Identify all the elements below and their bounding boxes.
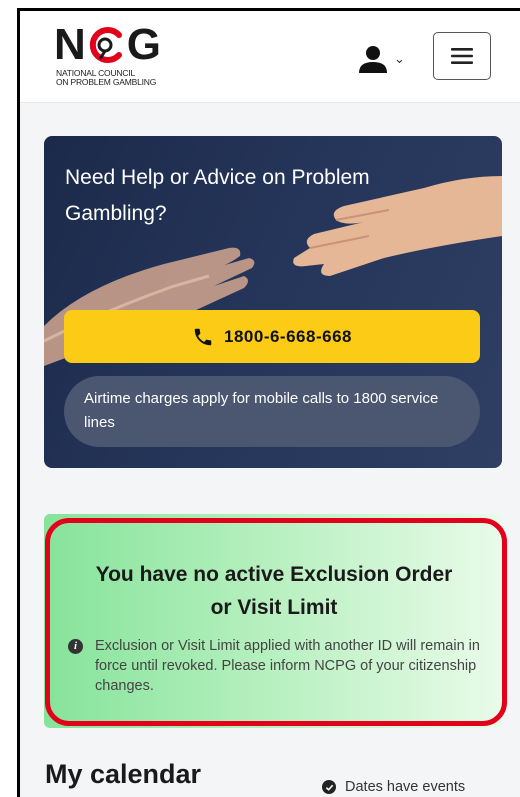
main-content: Need Help or Advice on Problem Gambling?… xyxy=(20,103,520,797)
logo-c-emblem-icon xyxy=(89,27,122,63)
chevron-down-icon: ⌄ xyxy=(394,51,405,66)
airtime-note: Airtime charges apply for mobile calls t… xyxy=(64,376,480,447)
highlight-outline xyxy=(45,518,507,726)
top-navbar: N G NATIONAL COUNCIL ON PROBLEM GAMBLING… xyxy=(20,11,520,103)
hamburger-menu-icon xyxy=(451,48,473,64)
logo-letters: N G xyxy=(54,20,161,69)
ncpg-logo[interactable]: N G NATIONAL COUNCIL ON PROBLEM GAMBLING xyxy=(54,23,184,93)
logo-letter-n: N xyxy=(54,20,86,69)
calendar-title: My calendar xyxy=(45,759,202,789)
hamburger-menu-button[interactable] xyxy=(433,32,491,80)
logo-subtitle: NATIONAL COUNCIL ON PROBLEM GAMBLING xyxy=(56,69,156,87)
app-frame: N G NATIONAL COUNCIL ON PROBLEM GAMBLING… xyxy=(17,8,520,797)
calendar-legend: Dates have events xyxy=(322,779,465,795)
user-icon xyxy=(359,46,387,73)
help-title: Need Help or Advice on Problem Gambling? xyxy=(65,166,370,225)
check-circle-icon xyxy=(322,780,336,794)
calendar-legend-text: Dates have events xyxy=(345,779,466,795)
hotline-number: 1800-6-668-668 xyxy=(224,326,352,346)
call-hotline-button[interactable]: 1800-6-668-668 xyxy=(64,310,480,363)
help-banner: Need Help or Advice on Problem Gambling?… xyxy=(44,136,502,468)
logo-letter-g: G xyxy=(126,20,161,69)
phone-icon xyxy=(194,328,212,345)
user-menu-button[interactable]: ⌄ xyxy=(358,44,414,74)
logo-subtitle-line2: ON PROBLEM GAMBLING xyxy=(56,77,157,87)
